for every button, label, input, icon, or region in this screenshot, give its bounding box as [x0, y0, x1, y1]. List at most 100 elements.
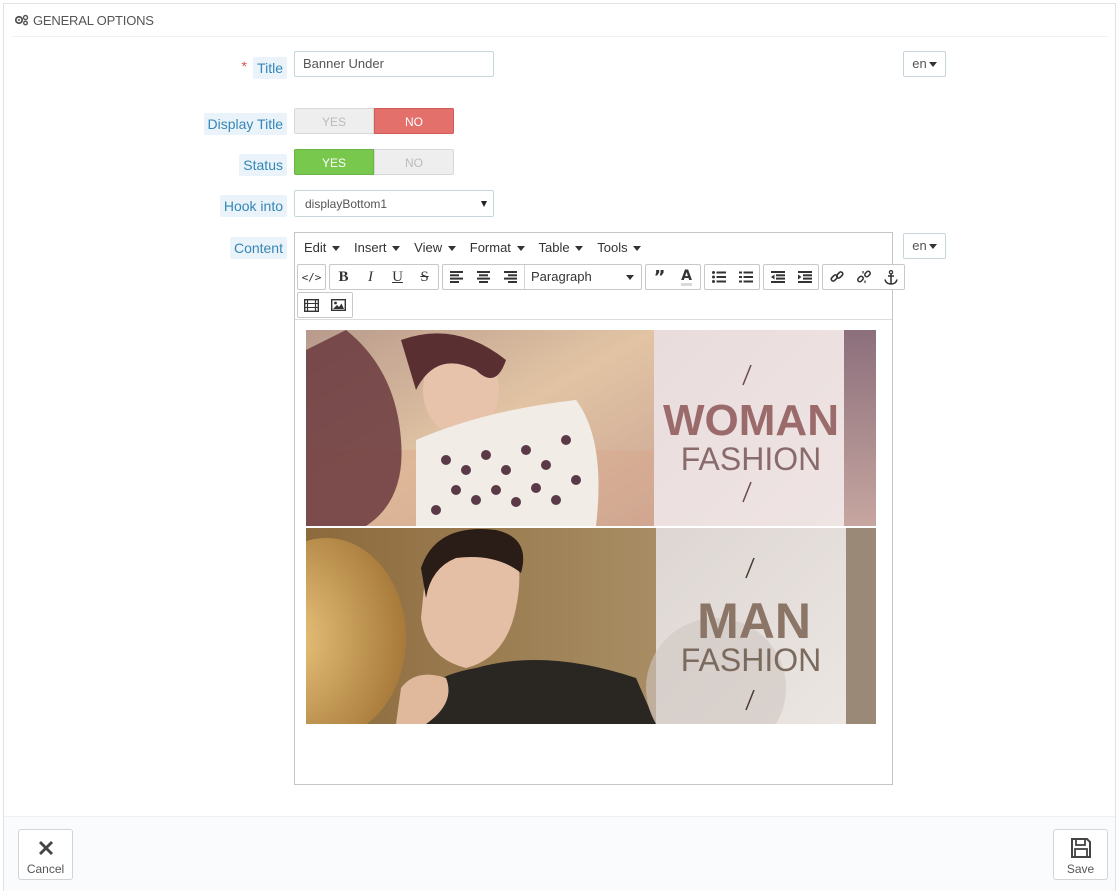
bullet-list-icon: [711, 271, 726, 283]
align-center-button[interactable]: [470, 265, 497, 289]
italic-button[interactable]: I: [357, 265, 384, 289]
title-lang-button[interactable]: en: [903, 51, 946, 77]
display-title-no[interactable]: NO: [374, 108, 454, 134]
hook-label: Hook into: [219, 195, 287, 217]
menu-tools[interactable]: Tools: [590, 240, 648, 255]
panel-footer: Cancel Save: [4, 816, 1115, 891]
unlink-button[interactable]: [850, 265, 877, 289]
film-icon: [304, 298, 319, 312]
status-yes[interactable]: YES: [294, 149, 374, 175]
status-label-wrap: Status: [4, 154, 287, 176]
cancel-label: Cancel: [26, 862, 65, 876]
align-left-button[interactable]: [443, 265, 470, 289]
status-label: Status: [239, 154, 287, 176]
underline-button[interactable]: U: [384, 265, 411, 289]
quote-icon: ”: [653, 266, 666, 288]
panel-heading: GENERAL OPTIONS: [12, 4, 1107, 37]
display-title-label-wrap: Display Title: [4, 113, 287, 135]
indent-icon: [797, 271, 812, 283]
man-fashion-image: MAN FASHION: [306, 528, 876, 724]
status-no[interactable]: NO: [374, 149, 454, 175]
unlink-icon: [856, 270, 871, 283]
blockquote-button[interactable]: ”: [646, 265, 673, 289]
align-center-icon: [477, 271, 490, 283]
woman-fashion-image: WOMAN FASHION: [306, 330, 876, 526]
content-lang-button[interactable]: en: [903, 233, 946, 259]
editor-toolbar-row-2: [297, 292, 353, 318]
chevron-down-icon: [332, 246, 341, 252]
indent-button[interactable]: [791, 265, 818, 289]
menu-view[interactable]: View: [407, 240, 463, 255]
align-right-icon: [504, 271, 517, 283]
editor-menubar: Edit Insert View Format Table Tools: [295, 233, 648, 262]
link-group: [822, 264, 905, 290]
hook-select-value: displayBottom1: [305, 197, 388, 211]
content-label-wrap: Content: [4, 237, 287, 259]
text-style-group: B I U S: [329, 264, 439, 290]
align-group: Paragraph: [442, 264, 642, 290]
rich-text-editor: Edit Insert View Format Table Tools </> …: [294, 232, 905, 785]
display-title-yes[interactable]: YES: [294, 108, 374, 134]
bullet-list-button[interactable]: [705, 265, 732, 289]
chevron-down-icon: [481, 201, 487, 207]
code-icon: </>: [301, 270, 322, 284]
required-mark: *: [241, 58, 247, 74]
menu-insert[interactable]: Insert: [347, 240, 407, 255]
man-fashion-banner[interactable]: MAN FASHION: [306, 528, 876, 724]
toolbar-divider: [295, 319, 892, 320]
woman-fashion-banner[interactable]: WOMAN FASHION: [306, 330, 876, 526]
chevron-down-icon: [575, 246, 584, 252]
cogs-icon: [14, 14, 29, 26]
block-format-select[interactable]: Paragraph: [524, 265, 641, 289]
chevron-down-icon: [928, 244, 937, 250]
save-label: Save: [1066, 862, 1095, 876]
display-title-label: Display Title: [203, 113, 287, 135]
indent-group: [763, 264, 819, 290]
insert-image-button[interactable]: [325, 293, 352, 317]
cancel-button[interactable]: Cancel: [18, 829, 73, 880]
link-icon: [829, 271, 844, 282]
editor-toolbar-row-1: </> B I U S Paragraph ” A: [297, 264, 905, 290]
chevron-down-icon: [928, 62, 937, 68]
status-switch[interactable]: YES NO: [294, 149, 454, 175]
numbered-list-button[interactable]: [732, 265, 759, 289]
anchor-button[interactable]: [877, 265, 904, 289]
list-group: [704, 264, 760, 290]
title-lang-label: en: [912, 56, 927, 71]
align-left-icon: [450, 271, 463, 283]
menu-format[interactable]: Format: [463, 240, 532, 255]
media-group: [297, 292, 353, 318]
panel-title: GENERAL OPTIONS: [33, 12, 154, 28]
numbered-list-icon: [738, 271, 753, 283]
chevron-down-icon: [516, 246, 525, 252]
strikethrough-button[interactable]: S: [411, 265, 438, 289]
save-button[interactable]: Save: [1053, 829, 1108, 880]
display-title-switch[interactable]: YES NO: [294, 108, 454, 134]
menu-table[interactable]: Table: [532, 240, 591, 255]
text-color-button[interactable]: A: [673, 265, 700, 289]
title-input[interactable]: Banner Under: [294, 51, 494, 77]
source-code-button[interactable]: </>: [298, 265, 325, 289]
man-line2: FASHION: [681, 642, 821, 678]
bold-button[interactable]: B: [330, 265, 357, 289]
anchor-icon: [883, 269, 898, 285]
chevron-down-icon: [392, 246, 401, 252]
code-group: </>: [297, 264, 326, 290]
menu-edit[interactable]: Edit: [297, 240, 347, 255]
quote-color-group: ” A: [645, 264, 701, 290]
outdent-button[interactable]: [764, 265, 791, 289]
woman-line1: WOMAN: [663, 396, 839, 445]
insert-video-button[interactable]: [298, 293, 325, 317]
hook-select[interactable]: displayBottom1: [294, 190, 494, 217]
woman-line2: FASHION: [681, 441, 821, 477]
man-line1: MAN: [697, 593, 811, 649]
image-icon: [331, 299, 346, 311]
content-lang-label: en: [912, 238, 927, 253]
insert-link-button[interactable]: [823, 265, 850, 289]
general-options-panel: GENERAL OPTIONS * Title Banner Under en …: [3, 3, 1116, 891]
close-icon: [38, 841, 53, 855]
block-format-value: Paragraph: [531, 269, 592, 284]
chevron-down-icon: [447, 246, 456, 252]
align-right-button[interactable]: [497, 265, 524, 289]
hook-label-wrap: Hook into: [4, 195, 287, 217]
